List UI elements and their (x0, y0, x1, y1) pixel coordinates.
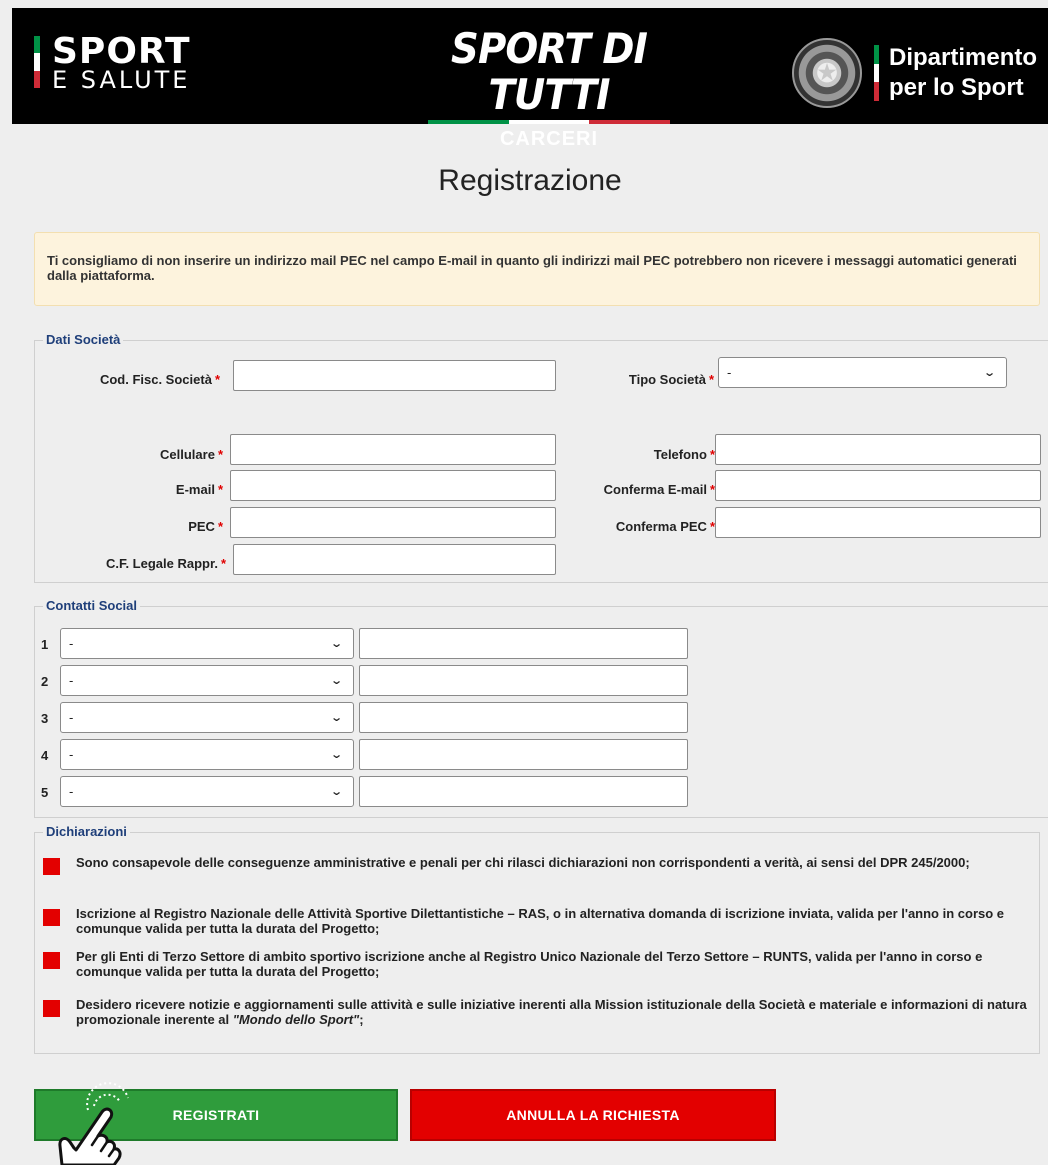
social-select-value: - (69, 636, 74, 651)
italian-flag-stripe (874, 45, 879, 102)
dati-societa-section: Dati Società Cod. Fisc. Società * Tipo So… (34, 332, 1048, 583)
pointing-hand-icon (58, 1082, 129, 1165)
dichiarazioni-legend: Dichiarazioni (43, 824, 130, 839)
dichiarazioni-section: Dichiarazioni Sono consapevole delle con… (34, 824, 1040, 1054)
email-label: E-mail * (175, 482, 223, 497)
social-row-number: 5 (41, 785, 49, 800)
declaration-item: Per gli Enti di Terzo Settore di ambito … (43, 949, 1033, 979)
email-input[interactable] (230, 470, 556, 501)
dipartimento-line2: per lo Sport (889, 74, 1024, 101)
social-input-5[interactable] (359, 776, 688, 807)
conferma-pec-input[interactable] (715, 507, 1041, 538)
pec-input[interactable] (230, 507, 556, 538)
pec-notice: Ti consigliamo di non inserire un indiri… (34, 232, 1040, 306)
declaration-checkbox[interactable] (43, 858, 60, 875)
tricolor-stripe (428, 120, 671, 124)
social-input-3[interactable] (359, 702, 688, 733)
declaration-checkbox[interactable] (43, 1000, 60, 1017)
cf-legale-label: C.F. Legale Rappr. * (105, 556, 226, 571)
social-select-1[interactable]: - ⌄ (60, 628, 354, 659)
cellulare-label: Cellulare * (160, 447, 223, 462)
sport-e-salute-sub: E SALUTE (52, 66, 191, 94)
mondo-dello-sport-text: "Mondo dello Sport" (232, 1012, 360, 1027)
social-select-5[interactable]: - ⌄ (60, 776, 354, 807)
italian-republic-emblem-icon: ✪ (792, 38, 862, 108)
contatti-social-section: Contatti Social 1 - ⌄ 2 - ⌄ 3 - ⌄ 4 - ⌄ 5 - ⌄ (34, 598, 1048, 818)
sport-di-tutti-title: SPORT DI TUTTI (451, 24, 648, 119)
social-select-value: - (69, 673, 74, 688)
social-select-3[interactable]: - ⌄ (60, 702, 354, 733)
tipo-societa-select[interactable]: - ⌄ (718, 357, 1007, 388)
declaration-text: Desidero ricevere notizie e aggiornament… (76, 997, 1027, 1027)
italian-flag-stripe (34, 36, 40, 88)
chevron-down-icon: ⌄ (329, 749, 343, 761)
declaration-checkbox[interactable] (43, 952, 60, 969)
sport-e-salute-logo[interactable]: SPORT E SALUTE (34, 31, 191, 94)
telefono-label: Telefono * (653, 447, 715, 462)
social-row-number: 2 (41, 674, 49, 689)
pec-label: PEC * (188, 519, 223, 534)
social-select-value: - (69, 747, 74, 762)
chevron-down-icon: ⌄ (329, 638, 343, 650)
social-input-4[interactable] (359, 739, 688, 770)
social-select-4[interactable]: - ⌄ (60, 739, 354, 770)
conferma-email-input[interactable] (715, 470, 1041, 501)
social-row-number: 1 (41, 637, 49, 652)
telefono-input[interactable] (715, 434, 1041, 465)
social-row-number: 3 (41, 711, 49, 726)
sport-di-tutti-sub: CARCERI (499, 128, 599, 150)
declaration-text: Per gli Enti di Terzo Settore di ambito … (76, 949, 983, 979)
social-input-2[interactable] (359, 665, 688, 696)
cod-fisc-label: Cod. Fisc. Società * (99, 372, 220, 387)
tipo-societa-value: - (727, 365, 732, 380)
top-header: SPORT E SALUTE SPORT DI TUTTI CARCERI ✪ … (12, 8, 1048, 150)
declaration-item: Desidero ricevere notizie e aggiornament… (43, 997, 1033, 1027)
contatti-social-legend: Contatti Social (43, 598, 141, 613)
conferma-email-label: Conferma E-mail * (603, 482, 715, 497)
dati-societa-legend: Dati Società (43, 332, 124, 347)
cod-fisc-input[interactable] (233, 360, 556, 391)
cellulare-input[interactable] (230, 434, 556, 465)
sport-di-tutti-logo[interactable]: SPORT DI TUTTI CARCERI (422, 26, 676, 150)
declaration-item: Iscrizione al Registro Nazionale delle A… (43, 906, 1033, 936)
social-select-value: - (69, 784, 74, 799)
chevron-down-icon: ⌄ (329, 675, 343, 687)
sport-e-salute-main: SPORT (52, 31, 191, 72)
declaration-text: Sono consapevole delle conseguenze ammin… (76, 855, 970, 870)
conferma-pec-label: Conferma PEC * (615, 519, 715, 534)
dipartimento-logo[interactable]: ✪ Dipartimento per lo Sport (792, 38, 1037, 108)
chevron-down-icon: ⌄ (329, 786, 343, 798)
chevron-down-icon: ⌄ (329, 712, 343, 724)
social-select-value: - (69, 710, 74, 725)
social-select-2[interactable]: - ⌄ (60, 665, 354, 696)
social-row-number: 4 (41, 748, 49, 763)
social-input-1[interactable] (359, 628, 688, 659)
declaration-item: Sono consapevole delle conseguenze ammin… (43, 855, 1033, 875)
declaration-text: Iscrizione al Registro Nazionale delle A… (76, 906, 1005, 936)
cf-legale-input[interactable] (233, 544, 556, 575)
chevron-down-icon: ⌄ (982, 367, 996, 379)
dipartimento-line1: Dipartimento (889, 44, 1038, 71)
cancel-request-button[interactable]: ANNULLA LA RICHIESTA (410, 1089, 776, 1141)
declaration-checkbox[interactable] (43, 909, 60, 926)
tipo-societa-label: Tipo Società * (628, 372, 714, 387)
page-title: Registrazione (438, 164, 622, 197)
